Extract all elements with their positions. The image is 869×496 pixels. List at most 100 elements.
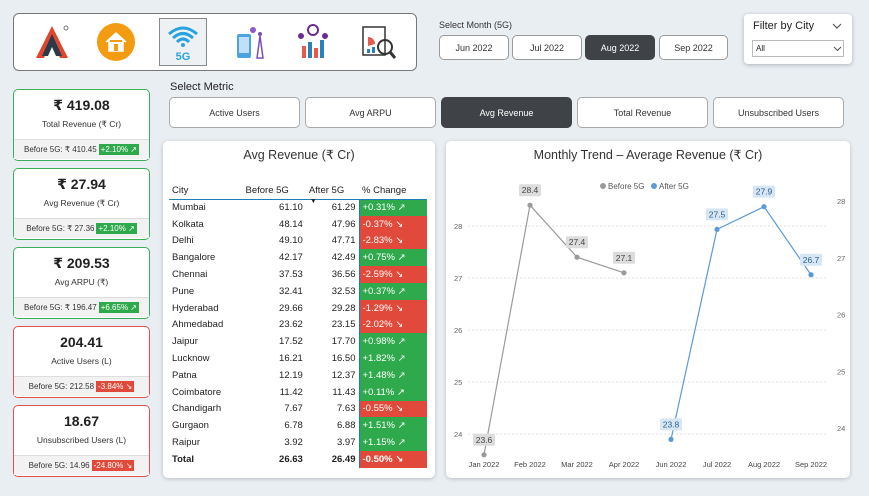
kpi-label: Total Revenue (₹ Cr) — [41, 119, 122, 129]
data-label: 28.4 — [522, 185, 539, 195]
data-label: 27.4 — [569, 237, 586, 247]
trend-chart-panel: Monthly Trend – Average Revenue (₹ Cr) 2… — [446, 141, 850, 478]
month-button-sep[interactable]: Sep 2022 — [659, 35, 728, 60]
cell-after: 17.70 — [305, 333, 360, 351]
month-button-aug[interactable]: Aug 2022 — [585, 35, 655, 60]
data-label: 27.9 — [756, 187, 773, 197]
cell-city: Lucknow — [172, 353, 210, 365]
table-row[interactable]: Ahmedabad 23.62 23.15 -2.02% ↘ — [169, 316, 427, 334]
table-row[interactable]: Gurgaon 6.78 6.88 +1.51% ↗ — [169, 417, 427, 435]
cell-tower-icon[interactable] — [227, 20, 271, 64]
kpi-label: Active Users (L) — [51, 356, 112, 366]
cell-change: +1.51% ↗ — [359, 417, 427, 435]
city-filter-dropdown[interactable]: All — [752, 40, 844, 57]
table-row[interactable]: Chandigarh 7.67 7.63 -0.55% ↘ — [169, 400, 427, 418]
table-row[interactable]: Bangalore 42.17 42.49 +0.75% ↗ — [169, 249, 427, 267]
kpi-card-unsubscribed-users: 18.67 Unsubscribed Users (L) Before 5G: … — [13, 405, 150, 477]
city-filter: Filter by City All — [744, 14, 852, 64]
metric-button-avg-arpu[interactable]: Avg ARPU — [305, 97, 436, 128]
cell-before: 49.10 — [279, 235, 303, 247]
cell-change: -1.29% ↘ — [359, 299, 427, 317]
table-row[interactable]: Pune 32.41 32.53 +0.37% ↗ — [169, 282, 427, 300]
cell-before: 61.10 — [279, 202, 303, 214]
cell-change: -2.83% ↘ — [359, 232, 427, 250]
cell-city: Gurgaon — [172, 420, 209, 432]
kpi-before: Before 5G: 212.58 — [28, 382, 95, 391]
month-button-jun[interactable]: Jun 2022 — [439, 35, 509, 60]
table-title: Avg Revenue (₹ Cr) — [243, 148, 355, 162]
kpi-change-badge: +6.65% ↗ — [98, 302, 139, 313]
kpi-change-badge: -24.80% ↘ — [91, 460, 135, 471]
table-row[interactable]: Lucknow 16.21 16.50 +1.82% ↗ — [169, 350, 427, 367]
kpi-footer: Before 5G: ₹ 27.36 +2.10% ↗ — [14, 218, 149, 238]
city-table-panel: Avg Revenue (₹ Cr) City Before 5G After … — [163, 141, 435, 478]
table-row[interactable]: Jaipur 17.52 17.70 +0.98% ↗ — [169, 333, 427, 351]
data-point — [668, 436, 674, 442]
cell-after: 47.96 — [305, 215, 360, 233]
cell-after: 12.37 — [305, 366, 360, 384]
report-magnifier-icon[interactable] — [356, 20, 400, 64]
table-row[interactable]: Patna 12.19 12.37 +1.48% ↗ — [169, 366, 427, 384]
data-label: 23.6 — [476, 435, 493, 445]
cell-change: +0.11% ↗ — [359, 383, 427, 401]
kpi-change-badge: +2.10% ↗ — [98, 144, 139, 155]
cell-before: 3.92 — [284, 437, 303, 449]
table-row[interactable]: Kolkata 48.14 47.96 -0.37% ↘ — [169, 215, 427, 233]
kpi-value: ₹ 419.08 — [53, 97, 110, 113]
table-row[interactable]: Hyderabad 29.66 29.28 -1.29% ↘ — [169, 299, 427, 317]
cell-city: Pune — [172, 285, 195, 297]
kpi-card-avg-revenue: ₹ 27.94 Avg Revenue (₹ Cr) Before 5G: ₹ … — [13, 168, 150, 240]
cell-city: Chennai — [172, 269, 208, 281]
legend-label-after: After 5G — [659, 182, 689, 191]
x-tick-label: Jul 2022 — [703, 460, 731, 469]
data-point — [481, 452, 487, 458]
cell-city: Total — [172, 453, 194, 465]
cell-after: 29.28 — [305, 299, 360, 317]
data-label: 26.7 — [803, 255, 820, 265]
home-icon[interactable] — [94, 20, 138, 64]
cell-before: 12.19 — [279, 369, 303, 381]
chevron-down-icon[interactable] — [832, 23, 842, 30]
cell-change: +1.82% ↗ — [359, 350, 427, 367]
cell-change: -2.02% ↘ — [359, 316, 427, 334]
column-header-before[interactable]: Before 5G — [242, 179, 306, 200]
cell-after: 42.49 — [305, 249, 360, 267]
5g-label: 5G — [175, 51, 190, 63]
data-point — [761, 204, 767, 210]
data-label: 23.8 — [663, 419, 680, 429]
right-tick-label: 27 — [837, 254, 845, 263]
cell-city: Chandigarh — [172, 403, 222, 415]
metric-button-unsubscribed-users[interactable]: Unsubscribed Users — [713, 97, 844, 128]
kpi-value: 18.67 — [63, 413, 100, 429]
sort-desc-icon: ▼ — [309, 198, 317, 205]
cell-after: 32.53 — [305, 282, 360, 300]
kpi-footer: Before 5G: ₹ 196.47 +6.65% ↗ — [14, 297, 149, 317]
cell-change: -0.50% ↘ — [359, 450, 427, 468]
x-tick-label: Jan 2022 — [469, 460, 500, 469]
cell-change: -2.59% ↘ — [359, 266, 427, 283]
table-total-row[interactable]: Total 26.63 26.49 -0.50% ↘ — [169, 450, 427, 468]
cell-change: -0.55% ↘ — [359, 400, 427, 418]
cell-before: 23.62 — [279, 319, 303, 331]
table-row[interactable]: Delhi 49.10 47.71 -2.83% ↘ — [169, 232, 427, 250]
cell-city: Coimbatore — [172, 386, 222, 398]
metric-button-active-users[interactable]: Active Users — [169, 97, 300, 128]
month-button-jul[interactable]: Jul 2022 — [512, 35, 582, 60]
left-tick-label: 28 — [454, 222, 462, 231]
metric-button-total-revenue[interactable]: Total Revenue — [577, 97, 708, 128]
analytics-people-icon[interactable] — [291, 20, 335, 64]
column-header-city[interactable]: City — [169, 179, 243, 200]
brand-logo[interactable] — [30, 20, 74, 64]
table-row[interactable]: Coimbatore 11.42 11.43 +0.11% ↗ — [169, 383, 427, 401]
column-header-change[interactable]: % Change — [359, 179, 427, 200]
table-row[interactable]: Chennai 37.53 36.56 -2.59% ↘ — [169, 266, 427, 283]
table-row[interactable]: Mumbai 61.10 61.29 +0.31% ↗ — [169, 199, 427, 216]
kpi-change-badge: -3.84% ↘ — [96, 381, 135, 392]
cell-before: 26.63 — [279, 453, 303, 465]
table-row[interactable]: Raipur 3.92 3.97 +1.15% ↗ — [169, 434, 427, 451]
5g-wifi-icon[interactable]: 5G — [158, 18, 207, 66]
column-header-after[interactable]: After 5G ▼ — [305, 179, 359, 205]
cell-change: +1.48% ↗ — [359, 366, 427, 384]
left-tick-label: 26 — [454, 326, 462, 335]
metric-button-avg-revenue[interactable]: Avg Revenue — [441, 97, 572, 128]
